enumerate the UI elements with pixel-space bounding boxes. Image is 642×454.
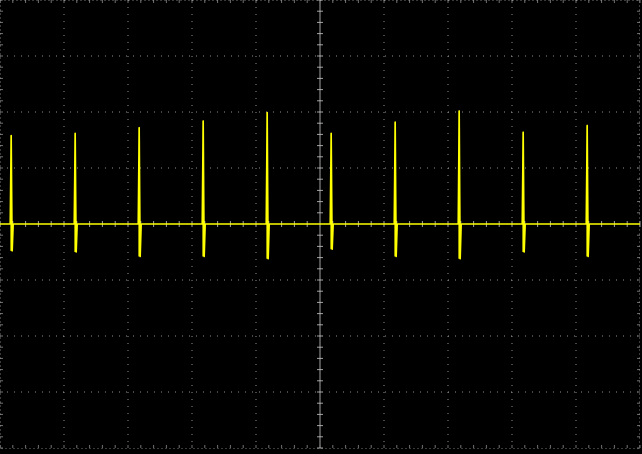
oscilloscope-screen xyxy=(0,0,642,454)
screen-background xyxy=(0,0,642,454)
